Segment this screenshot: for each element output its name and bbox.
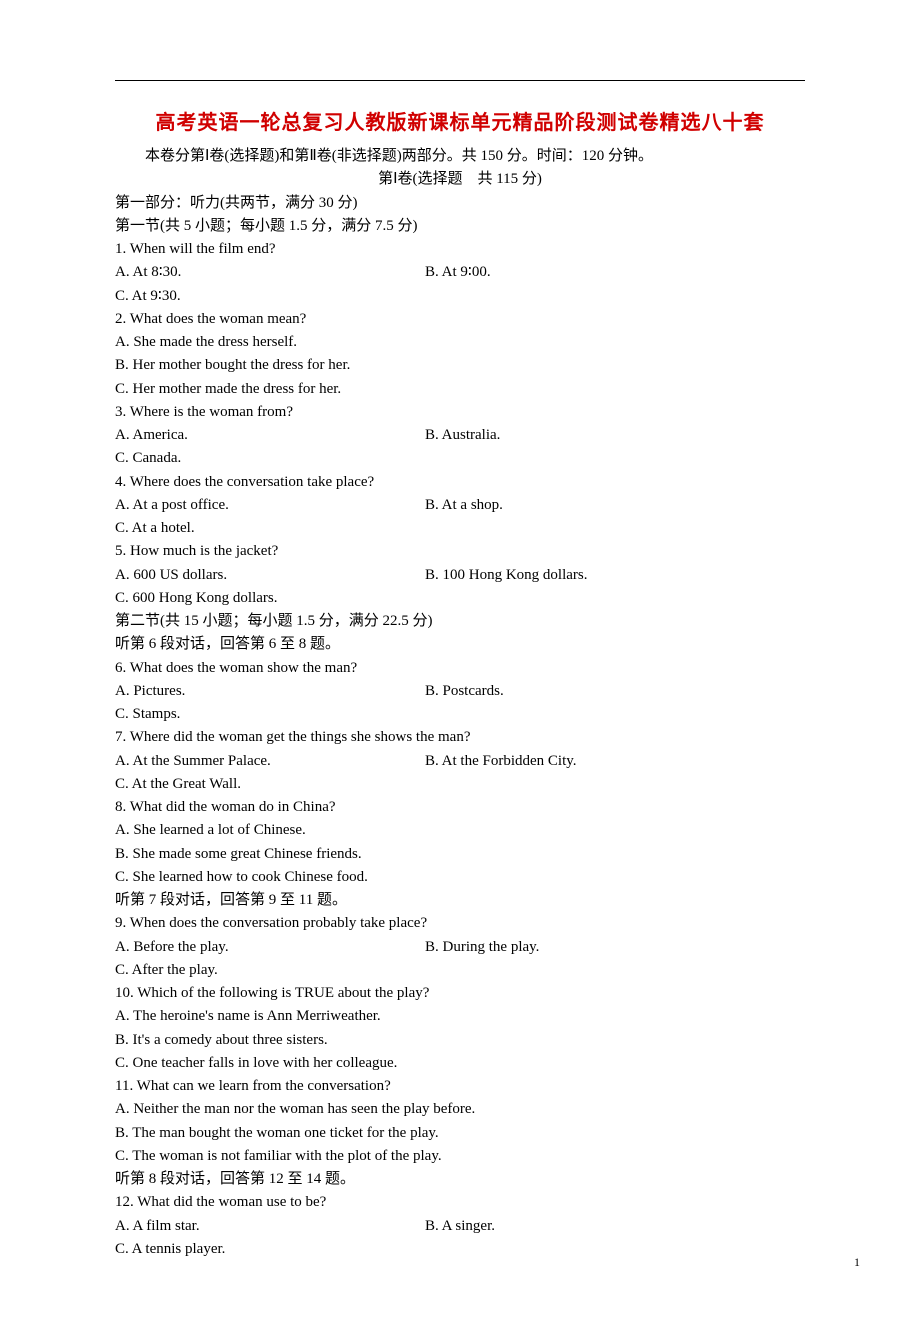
q2-text: 2. What does the woman mean? xyxy=(115,308,805,331)
q1-option-a: A. At 8∶30. xyxy=(115,261,425,284)
q7-option-a: A. At the Summer Palace. xyxy=(115,750,425,773)
q11-option-b: B. The man bought the woman one ticket f… xyxy=(115,1122,805,1145)
q10-option-a: A. The heroine's name is Ann Merriweathe… xyxy=(115,1005,805,1028)
q4-option-c: C. At a hotel. xyxy=(115,517,805,540)
q6-options-row: A. Pictures. B. Postcards. xyxy=(115,680,805,703)
q6-option-b: B. Postcards. xyxy=(425,680,504,703)
q5-option-b: B. 100 Hong Kong dollars. xyxy=(425,564,588,587)
q4-option-a: A. At a post office. xyxy=(115,494,425,517)
q12-options-row: A. A film star. B. A singer. xyxy=(115,1215,805,1238)
q3-option-b: B. Australia. xyxy=(425,424,500,447)
q10-option-b: B. It's a comedy about three sisters. xyxy=(115,1029,805,1052)
q3-text: 3. Where is the woman from? xyxy=(115,401,805,424)
q5-text: 5. How much is the jacket? xyxy=(115,540,805,563)
section1-header: 第一部分：听力(共两节，满分 30 分) xyxy=(115,192,805,215)
dialogue7-instruction: 听第 7 段对话，回答第 9 至 11 题。 xyxy=(115,889,805,912)
q12-option-c: C. A tennis player. xyxy=(115,1238,805,1261)
q5-option-a: A. 600 US dollars. xyxy=(115,564,425,587)
q8-text: 8. What did the woman do in China? xyxy=(115,796,805,819)
q12-option-b: B. A singer. xyxy=(425,1215,495,1238)
intro-text: 本卷分第Ⅰ卷(选择题)和第Ⅱ卷(非选择题)两部分。共 150 分。时间：120 … xyxy=(115,145,805,168)
q1-option-b: B. At 9∶00. xyxy=(425,261,491,284)
q9-option-c: C. After the play. xyxy=(115,959,805,982)
q3-options-row: A. America. B. Australia. xyxy=(115,424,805,447)
q7-option-c: C. At the Great Wall. xyxy=(115,773,805,796)
q11-option-c: C. The woman is not familiar with the pl… xyxy=(115,1145,805,1168)
page-number: 1 xyxy=(854,1253,860,1272)
q7-option-b: B. At the Forbidden City. xyxy=(425,750,577,773)
subsection1-header: 第一节(共 5 小题；每小题 1.5 分，满分 7.5 分) xyxy=(115,215,805,238)
q4-option-b: B. At a shop. xyxy=(425,494,503,517)
q7-text: 7. Where did the woman get the things sh… xyxy=(115,726,805,749)
q3-option-a: A. America. xyxy=(115,424,425,447)
q8-option-c: C. She learned how to cook Chinese food. xyxy=(115,866,805,889)
part1-header: 第Ⅰ卷(选择题 共 115 分) xyxy=(115,168,805,191)
q6-option-c: C. Stamps. xyxy=(115,703,805,726)
q8-option-b: B. She made some great Chinese friends. xyxy=(115,843,805,866)
q1-options-row: A. At 8∶30. B. At 9∶00. xyxy=(115,261,805,284)
q2-option-c: C. Her mother made the dress for her. xyxy=(115,378,805,401)
q9-options-row: A. Before the play. B. During the play. xyxy=(115,936,805,959)
q9-text: 9. When does the conversation probably t… xyxy=(115,912,805,935)
q5-options-row: A. 600 US dollars. B. 100 Hong Kong doll… xyxy=(115,564,805,587)
q2-option-a: A. She made the dress herself. xyxy=(115,331,805,354)
q8-option-a: A. She learned a lot of Chinese. xyxy=(115,819,805,842)
q9-option-a: A. Before the play. xyxy=(115,936,425,959)
subsection2-header: 第二节(共 15 小题；每小题 1.5 分，满分 22.5 分) xyxy=(115,610,805,633)
q12-text: 12. What did the woman use to be? xyxy=(115,1191,805,1214)
q7-options-row: A. At the Summer Palace. B. At the Forbi… xyxy=(115,750,805,773)
q1-option-c: C. At 9∶30. xyxy=(115,285,805,308)
q11-text: 11. What can we learn from the conversat… xyxy=(115,1075,805,1098)
q12-option-a: A. A film star. xyxy=(115,1215,425,1238)
q10-option-c: C. One teacher falls in love with her co… xyxy=(115,1052,805,1075)
q5-option-c: C. 600 Hong Kong dollars. xyxy=(115,587,805,610)
document-title: 高考英语一轮总复习人教版新课标单元精品阶段测试卷精选八十套 xyxy=(115,109,805,137)
q9-option-b: B. During the play. xyxy=(425,936,539,959)
dialogue6-instruction: 听第 6 段对话，回答第 6 至 8 题。 xyxy=(115,633,805,656)
q4-text: 4. Where does the conversation take plac… xyxy=(115,471,805,494)
q6-text: 6. What does the woman show the man? xyxy=(115,657,805,680)
q10-text: 10. Which of the following is TRUE about… xyxy=(115,982,805,1005)
header-divider xyxy=(115,80,805,81)
q6-option-a: A. Pictures. xyxy=(115,680,425,703)
q11-option-a: A. Neither the man nor the woman has see… xyxy=(115,1098,805,1121)
dialogue8-instruction: 听第 8 段对话，回答第 12 至 14 题。 xyxy=(115,1168,805,1191)
q3-option-c: C. Canada. xyxy=(115,447,805,470)
q1-text: 1. When will the film end? xyxy=(115,238,805,261)
q4-options-row: A. At a post office. B. At a shop. xyxy=(115,494,805,517)
q2-option-b: B. Her mother bought the dress for her. xyxy=(115,354,805,377)
